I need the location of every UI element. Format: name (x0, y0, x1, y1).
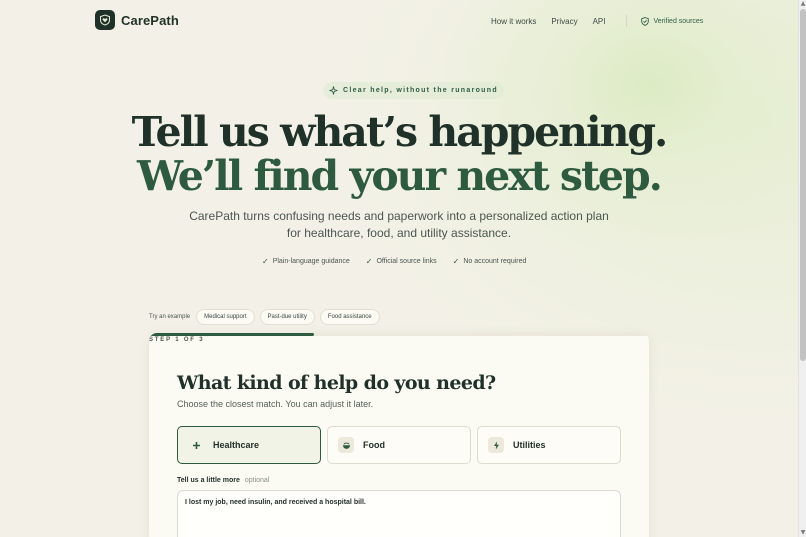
feature-item: ✓ No account required (453, 257, 527, 266)
scroll-down-arrow-icon[interactable]: ▼ (800, 530, 806, 536)
step-indicator: STEP 1 OF 3 (149, 337, 205, 343)
check-icon: ✓ (452, 257, 460, 266)
hero-headline-line1: Tell us what’s happening. (131, 108, 669, 156)
eyebrow-pill: Clear help, without the runaround (323, 82, 504, 99)
wizard-title: What kind of help do you need? (177, 372, 496, 394)
check-icon: ✓ (262, 257, 269, 266)
scrollbar[interactable]: ▲ ▼ (798, 0, 806, 537)
details-textarea[interactable]: I lost my job, need insulin, and receive… (177, 490, 621, 537)
scroll-thumb[interactable] (800, 9, 806, 361)
feature-label: No account required (463, 258, 527, 265)
eyebrow-text: Clear help, without the runaround (343, 87, 498, 94)
feature-label: Official source links (376, 258, 437, 265)
example-chips: Try an example Medical support Past-due … (149, 309, 385, 325)
feature-label: Plain-language guidance (272, 258, 350, 265)
optional-tag: optional (244, 477, 270, 484)
option-label: Food (363, 440, 385, 450)
scroll-up-arrow-icon[interactable]: ▲ (800, 1, 806, 7)
nav-divider (626, 15, 628, 27)
intake-wizard-card: STEP 1 OF 3 What kind of help do you nee… (149, 333, 649, 537)
example-chip-medical[interactable]: Medical support (196, 309, 255, 325)
sparkle-icon (329, 86, 338, 95)
option-food[interactable]: Food (327, 426, 471, 464)
plus-icon (188, 437, 204, 453)
example-chip-food[interactable]: Food assistance (319, 309, 380, 325)
details-label: Tell us a little more optional (177, 477, 269, 484)
shield-check-icon (641, 16, 650, 26)
nav-privacy[interactable]: Privacy (551, 17, 577, 26)
progress-fill (149, 333, 314, 336)
bolt-icon (488, 437, 504, 453)
help-type-options: Healthcare Food Utilities (177, 426, 621, 464)
feature-item: ✓ Official source links (366, 257, 437, 266)
option-label: Utilities (513, 440, 546, 450)
verified-sources-label: Verified sources (653, 17, 704, 25)
try-example-label: Try an example (149, 314, 191, 320)
option-label: Healthcare (213, 440, 260, 450)
brand-logo[interactable]: CarePath (95, 10, 179, 30)
feature-item: ✓ Plain-language guidance (262, 257, 350, 266)
heart-shield-icon (95, 10, 115, 30)
hero-subtitle-line1: CarePath turns confusing needs and paper… (189, 209, 609, 223)
check-icon: ✓ (365, 257, 373, 266)
option-utilities[interactable]: Utilities (477, 426, 621, 464)
example-chip-utility[interactable]: Past-due utility (259, 309, 315, 325)
nav-how-it-works[interactable]: How it works (491, 17, 536, 26)
progress-track (149, 333, 649, 336)
brand-name: CarePath (121, 12, 179, 28)
option-healthcare[interactable]: Healthcare (177, 426, 321, 464)
details-label-text: Tell us a little more (177, 477, 240, 484)
hero-subtitle-line2: for healthcare, food, and utility assist… (286, 226, 512, 240)
top-nav: How it works Privacy API Verified source… (491, 15, 703, 27)
bowl-icon (338, 437, 354, 453)
hero-subtitle: CarePath turns confusing needs and paper… (0, 208, 798, 242)
nav-api[interactable]: API (593, 17, 606, 26)
verified-sources-badge[interactable]: Verified sources (641, 16, 704, 26)
feature-list: ✓ Plain-language guidance ✓ Official sou… (262, 257, 542, 266)
page: CarePath How it works Privacy API Verifi… (0, 0, 798, 537)
hero-headline-line2: We’ll find your next step. (137, 152, 663, 200)
wizard-subtitle: Choose the closest match. You can adjust… (177, 399, 374, 409)
